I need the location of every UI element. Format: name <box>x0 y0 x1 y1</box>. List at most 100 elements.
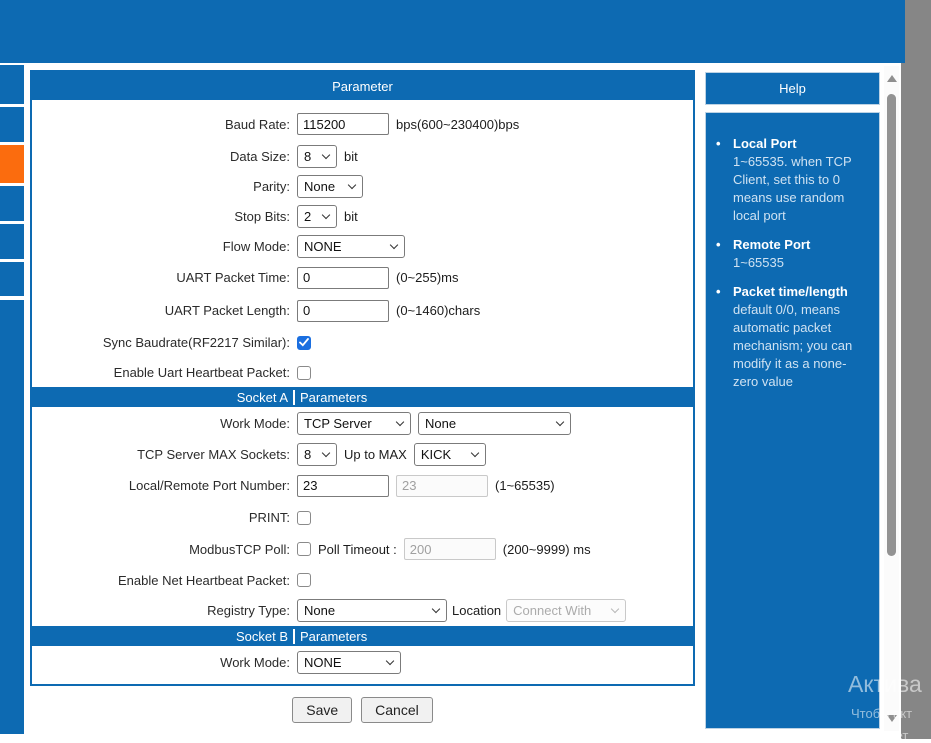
scrollbar-thumb[interactable] <box>887 94 896 556</box>
parity-select[interactable]: None <box>297 174 363 198</box>
work-mode-a-secondary-select[interactable]: None <box>418 411 571 435</box>
max-sockets-label: TCP Server MAX Sockets: <box>137 446 290 462</box>
row-modbus-poll: ModbusTCP Poll: Poll Timeout : (200~9999… <box>32 533 693 565</box>
row-sync-baudrate: Sync Baudrate(RF2217 Similar): <box>32 327 693 358</box>
row-parity: Parity: None <box>32 171 693 201</box>
bullet-icon: • <box>716 284 721 299</box>
check-icon <box>299 338 309 347</box>
sidebar-item-2[interactable] <box>0 107 24 142</box>
bullet-icon: • <box>716 136 721 151</box>
sidebar-item-1[interactable] <box>0 65 24 104</box>
chevron-down-icon <box>395 417 405 426</box>
modbus-poll-label: ModbusTCP Poll: <box>189 541 290 557</box>
net-heartbeat-checkbox[interactable] <box>297 573 311 587</box>
stop-bits-note: bit <box>344 208 358 224</box>
work-mode-b-label: Work Mode: <box>220 654 290 670</box>
poll-timeout-label: Poll Timeout : <box>318 541 397 557</box>
help-panel: • Local Port 1~65535. when TCP Client, s… <box>705 112 880 729</box>
sidebar-item-active[interactable] <box>0 145 24 183</box>
socket-b-section-header: Socket B Parameters <box>32 626 693 646</box>
print-checkbox[interactable] <box>297 510 311 525</box>
location-label: Location <box>452 603 502 618</box>
work-mode-b-select[interactable]: NONE <box>297 650 401 674</box>
row-stop-bits: Stop Bits: 2 bit <box>32 201 693 231</box>
local-port-input[interactable] <box>297 474 389 497</box>
row-max-sockets: TCP Server MAX Sockets: 8 Up to MAX KICK <box>32 439 693 469</box>
kick-select[interactable]: KICK <box>413 442 486 466</box>
top-header-bar <box>0 0 905 63</box>
chevron-down-icon <box>431 604 441 614</box>
sidebar-item-6[interactable] <box>0 262 24 296</box>
uart-packet-length-label: UART Packet Length: <box>164 303 290 318</box>
sync-baudrate-checkbox[interactable] <box>297 335 311 350</box>
max-sockets-select[interactable]: 8 <box>297 442 337 466</box>
data-size-label: Data Size: <box>230 148 290 164</box>
flow-mode-select[interactable]: NONE <box>297 234 405 258</box>
row-print: PRINT: <box>32 502 693 533</box>
help-item-remote-port: • Remote Port 1~65535 <box>716 237 811 270</box>
baud-rate-label: Baud Rate: <box>224 116 290 132</box>
data-size-select[interactable]: 8 <box>297 144 337 168</box>
chevron-down-icon <box>321 448 331 457</box>
uart-packet-length-note: (0~1460)chars <box>396 303 481 318</box>
uart-packet-time-note: (0~255)ms <box>396 270 459 285</box>
work-mode-a-select[interactable]: TCP Server <box>297 411 411 435</box>
stop-bits-label: Stop Bits: <box>234 208 290 224</box>
uart-heartbeat-checkbox[interactable] <box>297 365 311 380</box>
socket-a-section-header: Socket A Parameters <box>32 387 693 407</box>
chevron-down-icon <box>555 417 565 426</box>
scrollbar[interactable] <box>884 66 899 731</box>
connect-with-select: Connect With <box>506 599 627 622</box>
baud-rate-note: bps(600~230400)bps <box>396 116 520 132</box>
sidebar-filler <box>0 300 24 734</box>
row-baud-rate: Baud Rate: bps(600~230400)bps <box>32 107 693 141</box>
row-registry-type: Registry Type: None Location Connect Wit… <box>32 595 693 626</box>
parity-label: Parity: <box>253 178 290 194</box>
uart-heartbeat-label: Enable Uart Heartbeat Packet: <box>113 365 290 380</box>
uart-packet-length-input[interactable] <box>297 299 389 322</box>
poll-timeout-note: (200~9999) ms <box>502 541 591 557</box>
socket-a-subtitle: Parameters <box>300 389 368 405</box>
flow-mode-label: Flow Mode: <box>222 238 290 254</box>
socket-b-title: Socket B <box>32 628 295 644</box>
help-item-local-port: • Local Port 1~65535. when TCP Client, s… <box>716 136 852 223</box>
work-mode-a-label: Work Mode: <box>220 415 290 431</box>
row-uart-packet-time: UART Packet Time: (0~255)ms <box>32 261 693 294</box>
baud-rate-input[interactable] <box>297 113 389 135</box>
chevron-down-icon <box>321 210 331 219</box>
port-number-label: Local/Remote Port Number: <box>128 478 290 493</box>
port-number-note: (1~65535) <box>495 478 555 493</box>
row-work-mode-b: Work Mode: NONE <box>32 646 693 678</box>
chevron-down-icon <box>470 448 480 457</box>
stop-bits-select[interactable]: 2 <box>297 204 337 228</box>
sidebar-item-4[interactable] <box>0 186 24 221</box>
row-uart-heartbeat: Enable Uart Heartbeat Packet: <box>32 358 693 387</box>
cancel-button[interactable]: Cancel <box>361 697 433 723</box>
sidebar-item-5[interactable] <box>0 224 24 259</box>
socket-b-subtitle: Parameters <box>300 628 368 644</box>
socket-a-title: Socket A <box>32 389 295 405</box>
uart-packet-time-input[interactable] <box>297 266 389 289</box>
poll-timeout-input <box>403 538 496 560</box>
remote-port-input <box>396 474 488 497</box>
help-panel-title: Help <box>705 72 880 105</box>
registry-type-label: Registry Type: <box>207 603 290 618</box>
row-work-mode-a: Work Mode: TCP Server None <box>32 407 693 439</box>
scroll-down-icon[interactable] <box>887 715 897 722</box>
print-label: PRINT: <box>248 510 290 525</box>
uart-packet-time-label: UART Packet Time: <box>176 270 290 285</box>
sync-baudrate-label: Sync Baudrate(RF2217 Similar): <box>102 335 290 350</box>
scroll-up-icon[interactable] <box>887 75 897 82</box>
row-port-number: Local/Remote Port Number: (1~65535) <box>32 469 693 502</box>
row-data-size: Data Size: 8 bit <box>32 141 693 171</box>
data-size-note: bit <box>344 148 358 164</box>
chevron-down-icon <box>321 150 331 159</box>
row-flow-mode: Flow Mode: NONE <box>32 231 693 261</box>
chevron-down-icon <box>610 604 620 614</box>
watermark-line3: "Парамет <box>851 728 909 743</box>
save-button[interactable]: Save <box>292 697 353 723</box>
chevron-down-icon <box>389 240 399 249</box>
parameter-panel: Parameter Baud Rate: bps(600~230400)bps … <box>30 70 695 686</box>
registry-type-select[interactable]: None <box>297 599 447 622</box>
modbus-poll-checkbox[interactable] <box>297 542 311 556</box>
